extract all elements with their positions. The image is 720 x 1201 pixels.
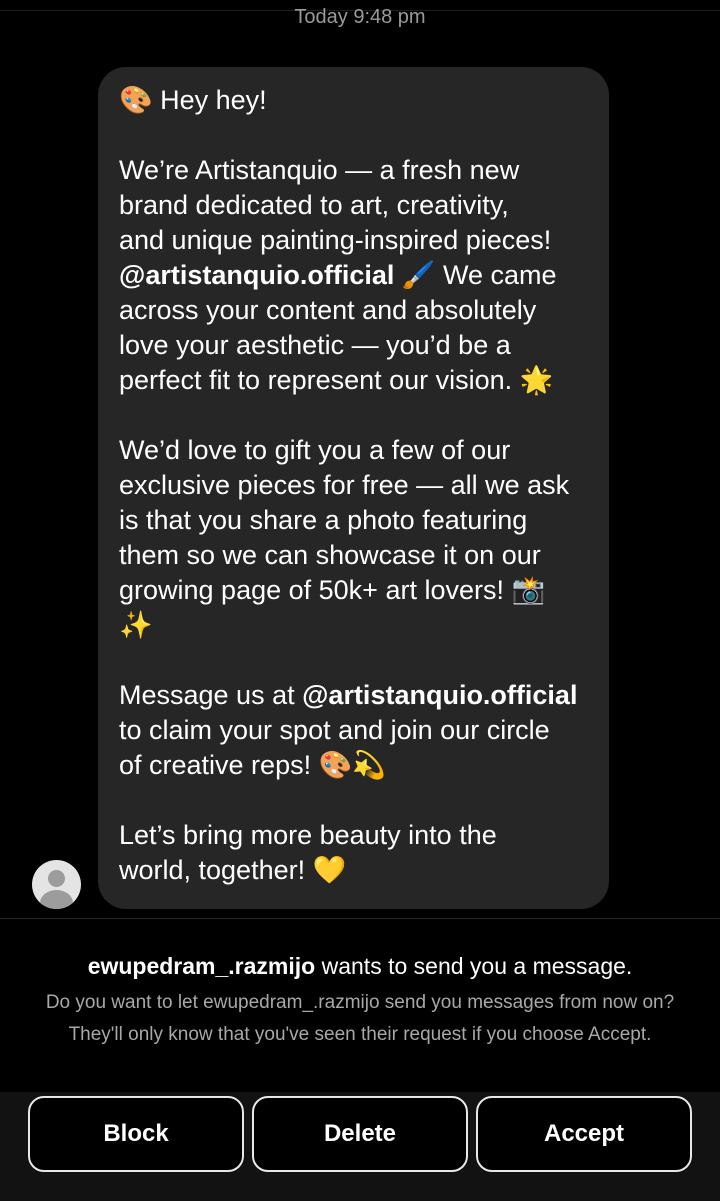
mention-handle: @artistanquio.official xyxy=(119,260,395,290)
message-text-run: and unique painting-inspired pieces! xyxy=(119,225,552,255)
message-text-run: is that you share a photo featuring xyxy=(119,505,528,535)
block-button[interactable]: Block xyxy=(28,1096,244,1172)
mention-handle: @artistanquio.official xyxy=(302,680,578,710)
message-text-run: brand dedicated to art, creativity, xyxy=(119,190,509,220)
emoji-glyph: 🖌️ xyxy=(401,260,436,291)
emoji-glyph: 🌟 xyxy=(519,365,554,396)
message-text-run: Let’s bring more beauty into the xyxy=(119,820,497,850)
message-text-run: love your aesthetic — you’d be a xyxy=(119,330,511,360)
message-line: exclusive pieces for free — all we ask xyxy=(119,468,587,503)
message-line: of creative reps! 🎨💫 xyxy=(119,748,587,783)
emoji-glyph: 💛 xyxy=(312,855,347,886)
message-text-run: to claim your spot and join our circle xyxy=(119,715,550,745)
message-text-run: We’d love to gift you a few of our xyxy=(119,435,511,465)
message-line: them so we can showcase it on our xyxy=(119,538,587,573)
message-line: to claim your spot and join our circle xyxy=(119,713,587,748)
message-line: world, together! 💛 xyxy=(119,853,587,888)
accept-button[interactable]: Accept xyxy=(476,1096,692,1172)
request-username: ewupedram_.razmijo xyxy=(87,953,316,979)
message-line: and unique painting-inspired pieces! xyxy=(119,223,587,258)
message-line: growing page of 50k+ art lovers! 📸 xyxy=(119,573,587,608)
message-line: is that you share a photo featuring xyxy=(119,503,587,538)
message-line: Message us at @artistanquio.official xyxy=(119,678,587,713)
message-text-run: Message us at xyxy=(119,680,303,710)
message-line: 🎨 Hey hey! xyxy=(119,83,587,118)
request-divider xyxy=(0,918,720,919)
sender-avatar[interactable] xyxy=(32,860,81,909)
emoji-glyph: 🎨 xyxy=(119,85,153,116)
message-text-run: growing page of 50k+ art lovers! xyxy=(119,575,512,605)
message-text-run: exclusive pieces for free — all we ask xyxy=(119,470,570,500)
message-text-run: across your content and absolutely xyxy=(119,295,537,325)
message-text-run: world, together! xyxy=(119,855,313,885)
delete-button[interactable]: Delete xyxy=(252,1096,468,1172)
avatar-body-shape xyxy=(40,890,73,909)
message-text-run: them so we can showcase it on our xyxy=(119,540,541,570)
message-text-run: of creative reps! xyxy=(119,750,319,780)
message-line: brand dedicated to art, creativity, xyxy=(119,188,587,223)
message-text-run: perfect fit to represent our vision. xyxy=(119,365,520,395)
message-timestamp: Today 9:48 pm xyxy=(294,6,426,28)
emoji-glyph: 📸 xyxy=(511,575,546,606)
message-text-run: Hey hey! xyxy=(152,85,267,115)
message-line: love your aesthetic — you’d be a xyxy=(119,328,587,363)
request-title-text: wants to send you a message. xyxy=(315,953,633,979)
message-line: ✨ xyxy=(119,608,587,643)
emoji-glyph: ✨ xyxy=(119,610,153,641)
message-line: Let’s bring more beauty into the xyxy=(119,818,587,853)
message-line: We’re Artistanquio — a fresh new xyxy=(119,153,587,188)
message-bubble[interactable]: 🎨 Hey hey! We’re Artistanquio — a fresh n… xyxy=(98,67,609,909)
request-title: ewupedram_.razmijo wants to send you a m… xyxy=(0,953,720,980)
default-user-avatar-icon xyxy=(48,870,65,887)
message-text: 🎨 Hey hey! We’re Artistanquio — a fresh n… xyxy=(119,83,587,888)
message-line: across your content and absolutely xyxy=(119,293,587,328)
message-line: @artistanquio.official 🖌️ We came xyxy=(119,258,587,293)
message-text-run: We came xyxy=(435,260,557,290)
message-text-run xyxy=(394,260,402,290)
message-line: We’d love to gift you a few of our xyxy=(119,433,587,468)
message-text-run: We’re Artistanquio — a fresh new xyxy=(119,155,520,185)
request-description: Do you want to let ewupedram_.razmijo se… xyxy=(45,992,675,1045)
emoji-glyph: 🎨💫 xyxy=(318,750,386,781)
message-line: perfect fit to represent our vision. 🌟 xyxy=(119,363,587,398)
